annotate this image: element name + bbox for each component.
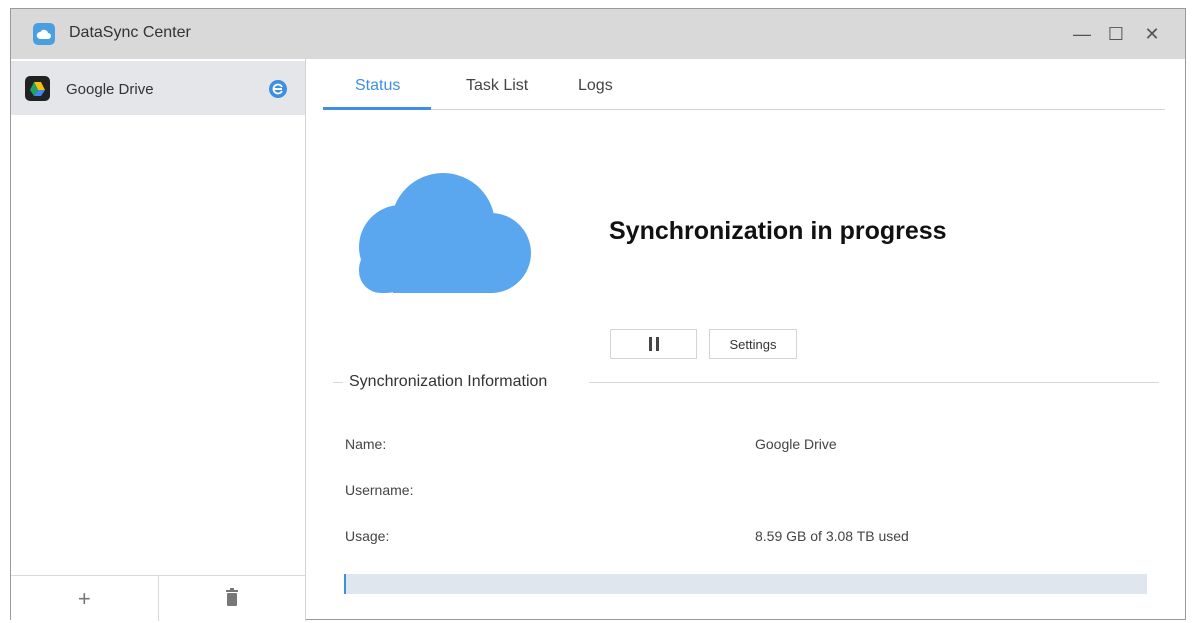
usage-progress-bar — [344, 574, 1147, 594]
username-label: Username: — [345, 482, 414, 498]
usage-progress-fill — [344, 574, 347, 594]
tab-logs[interactable]: Logs — [578, 77, 613, 95]
maximize-icon: ☐ — [1107, 23, 1125, 44]
app-window: DataSync Center — ☐ ✕ Google Drive + Sta… — [10, 8, 1187, 621]
close-icon: ✕ — [1144, 23, 1160, 44]
section-divider-left — [333, 382, 343, 383]
active-tab-indicator — [323, 107, 431, 110]
minimize-button[interactable]: — — [1069, 21, 1095, 47]
delete-button[interactable] — [157, 576, 306, 621]
title-bar: DataSync Center — ☐ ✕ — [11, 9, 1185, 59]
add-button[interactable]: + — [11, 576, 158, 621]
sidebar-item-google-drive[interactable]: Google Drive — [11, 61, 305, 115]
syncing-status-icon — [269, 80, 287, 98]
pause-icon — [647, 337, 661, 351]
plus-icon: + — [77, 585, 91, 611]
usage-value: 8.59 GB of 3.08 TB used — [755, 528, 909, 544]
main-panel: Status Task List Logs Synchronization in… — [307, 59, 1187, 621]
maximize-button[interactable]: ☐ — [1103, 21, 1129, 47]
sidebar-item-label: Google Drive — [66, 81, 154, 98]
close-button[interactable]: ✕ — [1139, 21, 1165, 47]
tab-bar: Status Task List Logs — [323, 59, 1165, 110]
settings-button[interactable]: Settings — [709, 329, 797, 359]
usage-label: Usage: — [345, 528, 390, 544]
tab-status[interactable]: Status — [355, 77, 400, 95]
section-divider-right — [589, 382, 1159, 383]
pause-button[interactable] — [610, 329, 697, 359]
window-title: DataSync Center — [69, 24, 191, 41]
sidebar-footer: + — [11, 575, 305, 621]
name-label: Name: — [345, 436, 387, 452]
name-value: Google Drive — [755, 436, 837, 452]
tab-task-list[interactable]: Task List — [466, 77, 528, 95]
sync-status-heading: Synchronization in progress — [609, 217, 947, 245]
datasync-app-icon — [33, 23, 55, 45]
minimize-icon: — — [1073, 23, 1091, 44]
sidebar: Google Drive + — [11, 59, 306, 621]
trash-icon — [225, 586, 239, 612]
cloud-icon — [359, 173, 531, 293]
section-title: Synchronization Information — [349, 373, 548, 390]
google-drive-icon — [25, 76, 50, 101]
